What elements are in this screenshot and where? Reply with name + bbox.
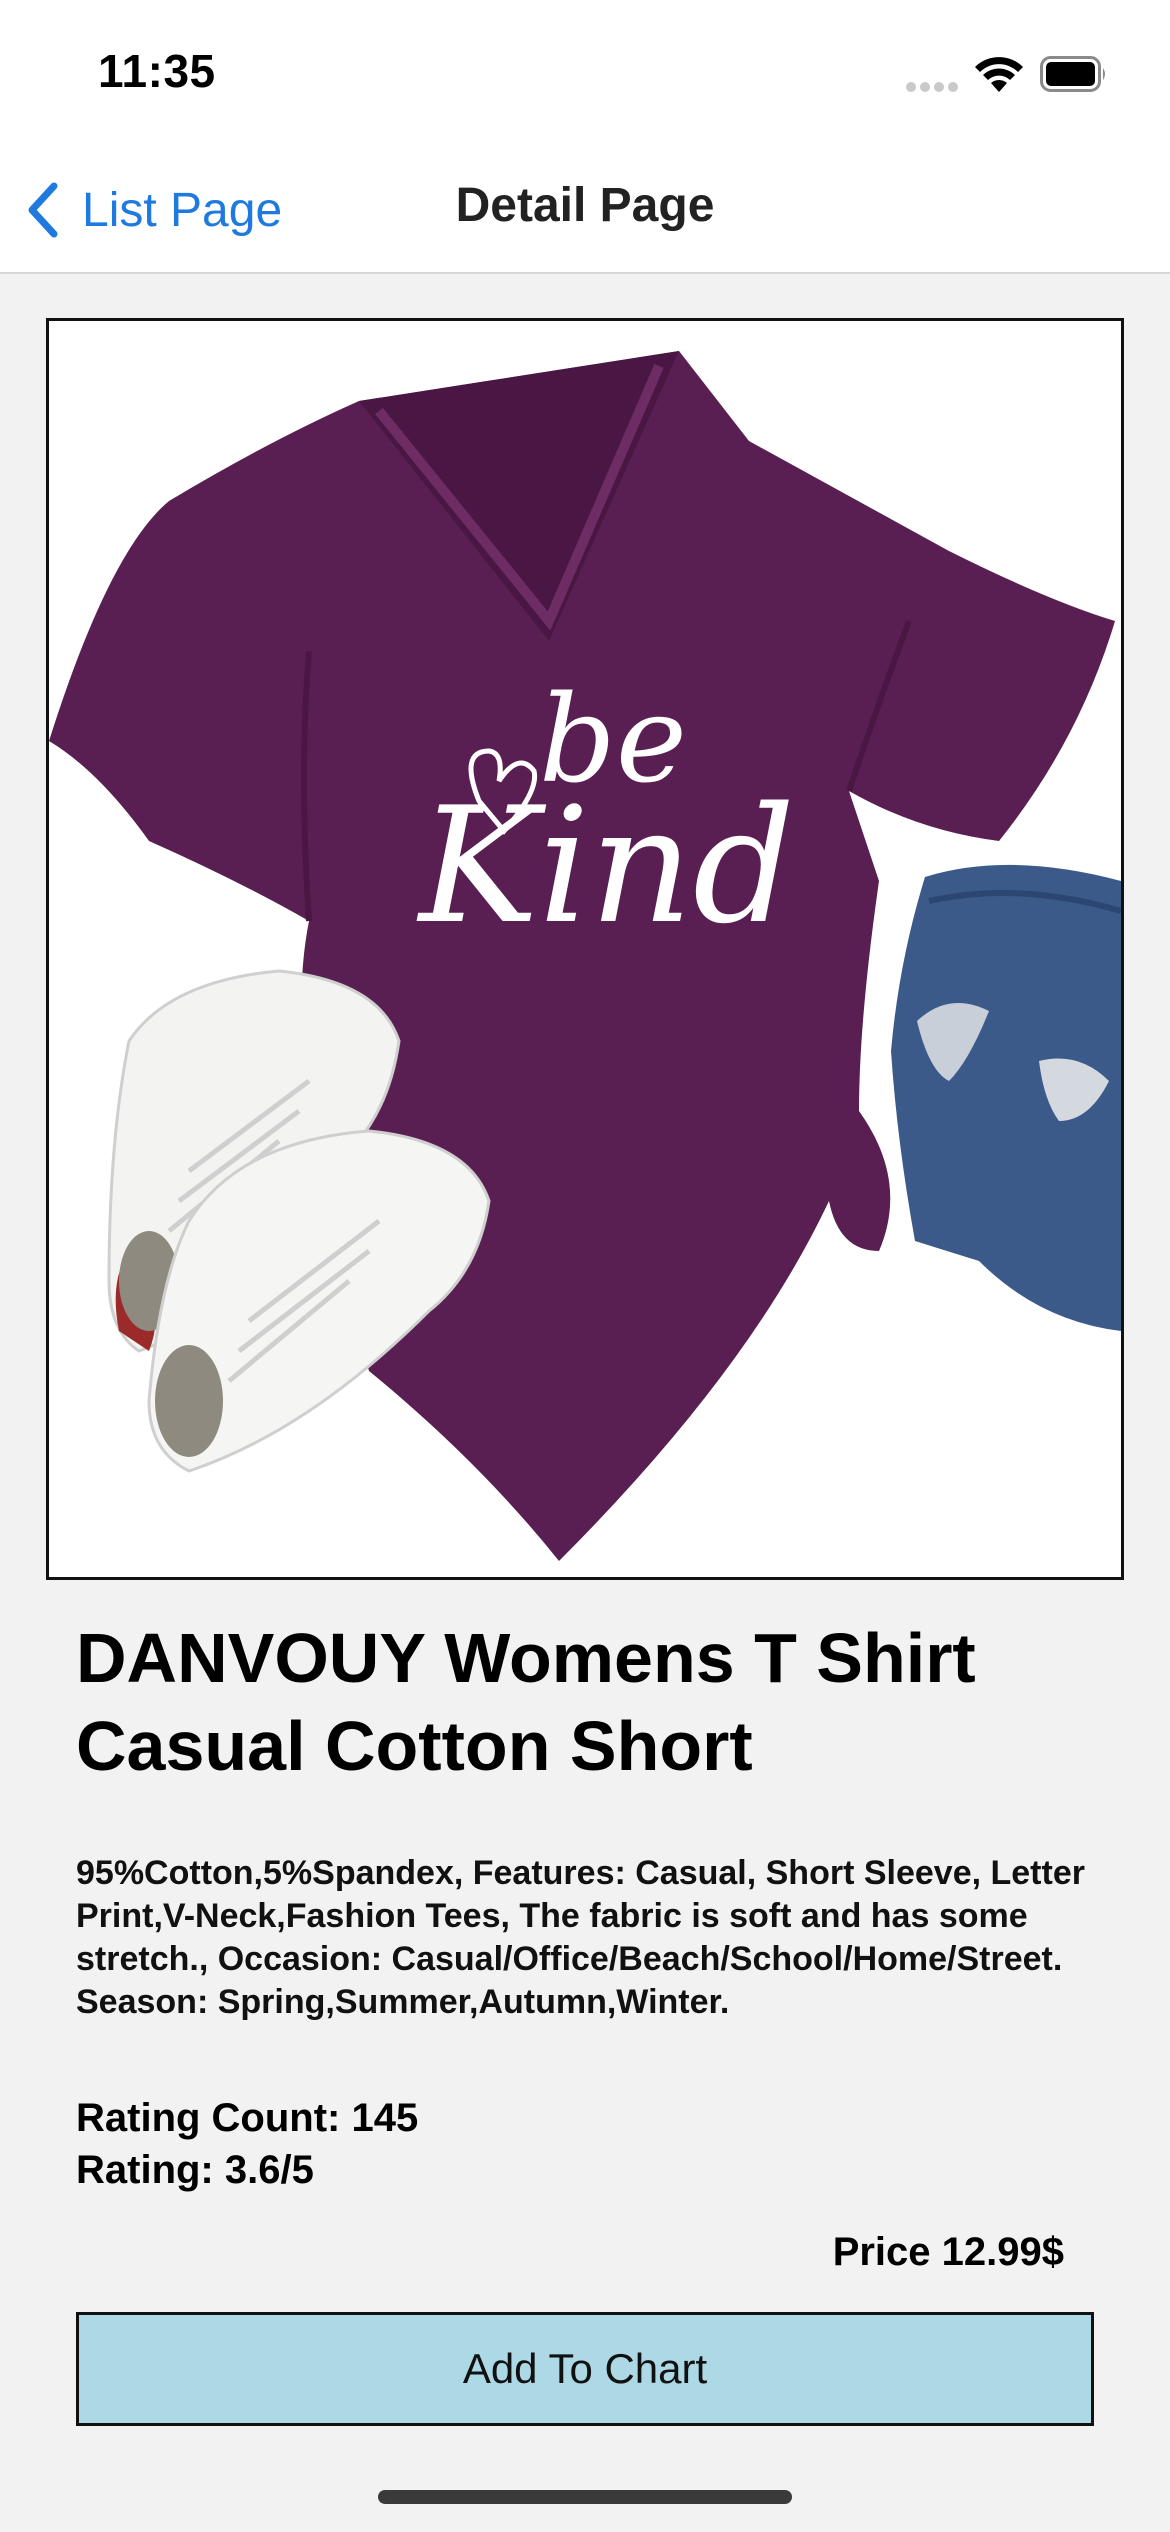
page-title: Detail Page: [455, 179, 715, 232]
product-description: 95%Cotton,5%Spandex, Features: Casual, S…: [76, 1854, 1085, 2021]
home-indicator[interactable]: [378, 2490, 792, 2504]
wifi-icon: [975, 57, 1023, 92]
battery-icon: [1040, 56, 1105, 92]
price: Price 12.99$: [832, 2230, 1064, 2274]
add-to-cart-button[interactable]: Add To Chart: [76, 2312, 1094, 2426]
product-photo: be Kind: [49, 321, 1121, 1577]
status-bar: 11:35: [0, 0, 1170, 150]
shirt-print-word-kind: Kind: [416, 772, 795, 959]
rating-count: Rating Count: 145: [76, 2096, 419, 2140]
rating: Rating: 3.6/5: [76, 2148, 314, 2192]
product-image: be Kind: [46, 318, 1124, 1580]
cellular-signal-icon: [906, 82, 960, 94]
status-time: 11:35: [98, 45, 216, 97]
navigation-bar: List Page Detail Page: [0, 150, 1170, 274]
product-title: DANVOUY Womens T Shirt Casual Cotton Sho…: [76, 1619, 976, 1785]
